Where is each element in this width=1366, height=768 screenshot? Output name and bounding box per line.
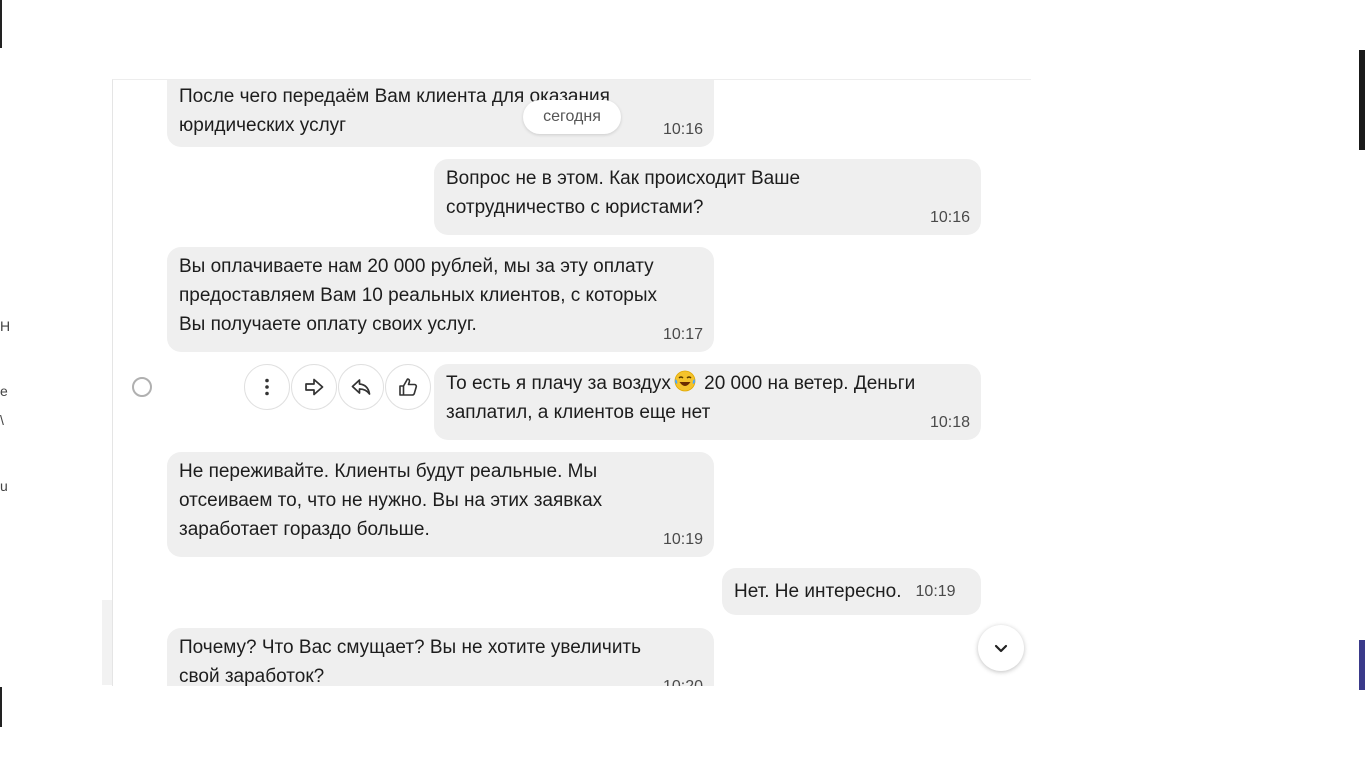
message-outgoing[interactable]: Нет. Не интересно. 10:19 bbox=[722, 568, 981, 615]
more-options-button[interactable] bbox=[244, 364, 290, 410]
message-incoming[interactable]: После чего передаём Вам клиента для оказ… bbox=[167, 80, 714, 147]
message-time: 10:17 bbox=[662, 326, 703, 343]
chat-gutter bbox=[102, 600, 112, 685]
message-time: 10:20 bbox=[663, 678, 703, 686]
message-text: Почему? Что Вас смущает? Вы не хотите ув… bbox=[179, 637, 642, 686]
right-edge bbox=[1354, 0, 1366, 768]
left-edge-bar bbox=[0, 687, 2, 727]
face-with-tears-of-joy-icon bbox=[674, 370, 696, 392]
message-text: Нет. Не интересно. bbox=[734, 581, 902, 602]
left-fragment: u bbox=[0, 478, 8, 494]
message-incoming[interactable]: Не переживайте. Клиенты будут реальные. … bbox=[167, 452, 714, 557]
message-outgoing[interactable]: То есть я плачу за воздух 20 000 на вете… bbox=[434, 364, 981, 440]
date-divider: сегодня bbox=[523, 100, 621, 134]
like-icon bbox=[399, 378, 418, 396]
left-edge-bar bbox=[0, 0, 2, 48]
message-time: 10:16 bbox=[662, 121, 703, 138]
message-time: 10:18 bbox=[929, 414, 970, 431]
left-fragment: e bbox=[0, 383, 8, 399]
forward-button[interactable] bbox=[291, 364, 337, 410]
message-time: 10:19 bbox=[915, 582, 956, 600]
message-time: 10:19 bbox=[662, 531, 703, 548]
message-text: Вы оплачиваете нам 20 000 рублей, мы за … bbox=[179, 256, 657, 335]
reply-button[interactable] bbox=[338, 364, 384, 410]
message-incoming[interactable]: Вы оплачиваете нам 20 000 рублей, мы за … bbox=[167, 247, 714, 352]
forward-icon bbox=[305, 378, 324, 396]
message-text: Вопрос не в этом. Как происходит Ваше со… bbox=[446, 168, 801, 218]
scroll-to-bottom-button[interactable] bbox=[978, 625, 1024, 671]
message-time: 10:16 bbox=[929, 209, 970, 226]
chevron-down-icon bbox=[994, 644, 1008, 653]
left-fragment: H bbox=[0, 318, 11, 334]
more-options-icon bbox=[265, 378, 269, 396]
message-incoming[interactable]: Почему? Что Вас смущает? Вы не хотите ув… bbox=[167, 628, 714, 686]
left-fragment: \ bbox=[0, 412, 4, 428]
message-outgoing[interactable]: Вопрос не в этом. Как происходит Ваше со… bbox=[434, 159, 981, 235]
message-text: Не переживайте. Клиенты будут реальные. … bbox=[179, 461, 603, 540]
message-text: То есть я плачу за воздух 20 000 на вете… bbox=[446, 369, 937, 427]
chat-messages-panel[interactable]: После чего передаём Вам клиента для оказ… bbox=[112, 79, 1031, 686]
select-message-checkbox[interactable] bbox=[132, 377, 152, 397]
reply-icon bbox=[351, 379, 371, 395]
like-button[interactable] bbox=[385, 364, 431, 410]
